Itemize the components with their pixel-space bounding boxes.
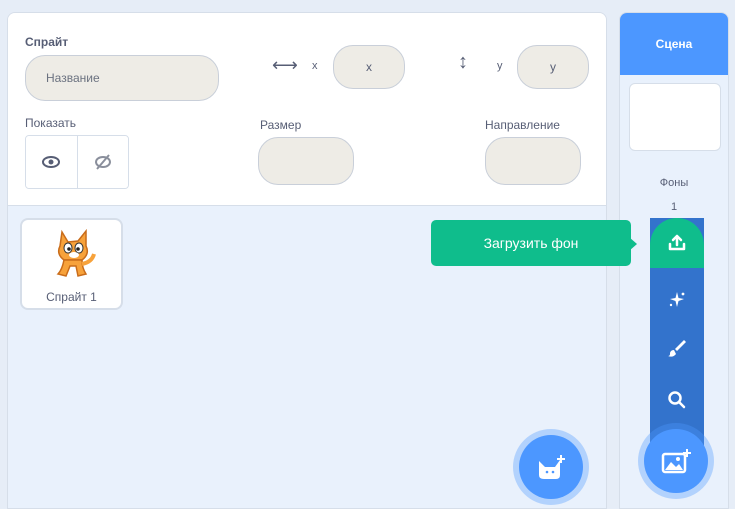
show-label: Показать [25, 116, 77, 130]
cat-add-icon [539, 455, 565, 479]
tooltip-arrow [629, 237, 637, 251]
size-label: Размер [260, 118, 302, 132]
horizontal-arrows-icon: ⟷ [272, 55, 298, 75]
sprite-name: Спрайт 1 [46, 290, 97, 304]
visibility-toggle [25, 135, 129, 189]
surprise-backdrop-button[interactable] [650, 275, 704, 325]
upload-backdrop-button[interactable] [650, 218, 704, 268]
sprite-label: Спрайт [25, 35, 69, 49]
cat-sprite-icon [56, 228, 96, 277]
backdrops-label: Фоны [659, 177, 689, 189]
stage-header[interactable]: Сцена [620, 13, 728, 75]
stage-thumbnail[interactable] [629, 83, 721, 151]
upload-backdrop-tooltip: Загрузить фон [431, 220, 631, 266]
direction-input[interactable] [485, 137, 581, 185]
search-icon [668, 391, 686, 409]
sprite-name-input[interactable]: Название [25, 55, 219, 101]
surprise-icon [669, 292, 685, 307]
x-input[interactable]: x [333, 45, 405, 89]
sprite-tile[interactable]: Спрайт 1 [20, 218, 123, 310]
show-button[interactable] [26, 136, 77, 188]
upload-icon [668, 234, 686, 251]
choose-sprite-button[interactable] [519, 435, 583, 499]
eye-hidden-icon [94, 154, 111, 170]
direction-label: Направление [485, 118, 560, 132]
hide-button[interactable] [76, 136, 128, 188]
y-label: y [497, 60, 503, 72]
paint-icon [668, 340, 686, 357]
sprite-info: Спрайт Название ⟷ x x ↕ y y Показать Раз… [8, 13, 606, 206]
y-input[interactable]: y [517, 45, 589, 89]
paint-backdrop-button[interactable] [650, 323, 704, 373]
choose-backdrop-button[interactable] [650, 375, 704, 425]
size-input[interactable] [258, 137, 354, 185]
eye-icon [42, 156, 61, 168]
x-label: x [312, 60, 318, 72]
backdrops-count: 1 [670, 201, 678, 213]
choose-backdrop-fab[interactable] [644, 429, 708, 493]
vertical-arrows-icon: ↕ [458, 51, 468, 73]
backdrop-add-icon [661, 449, 691, 474]
